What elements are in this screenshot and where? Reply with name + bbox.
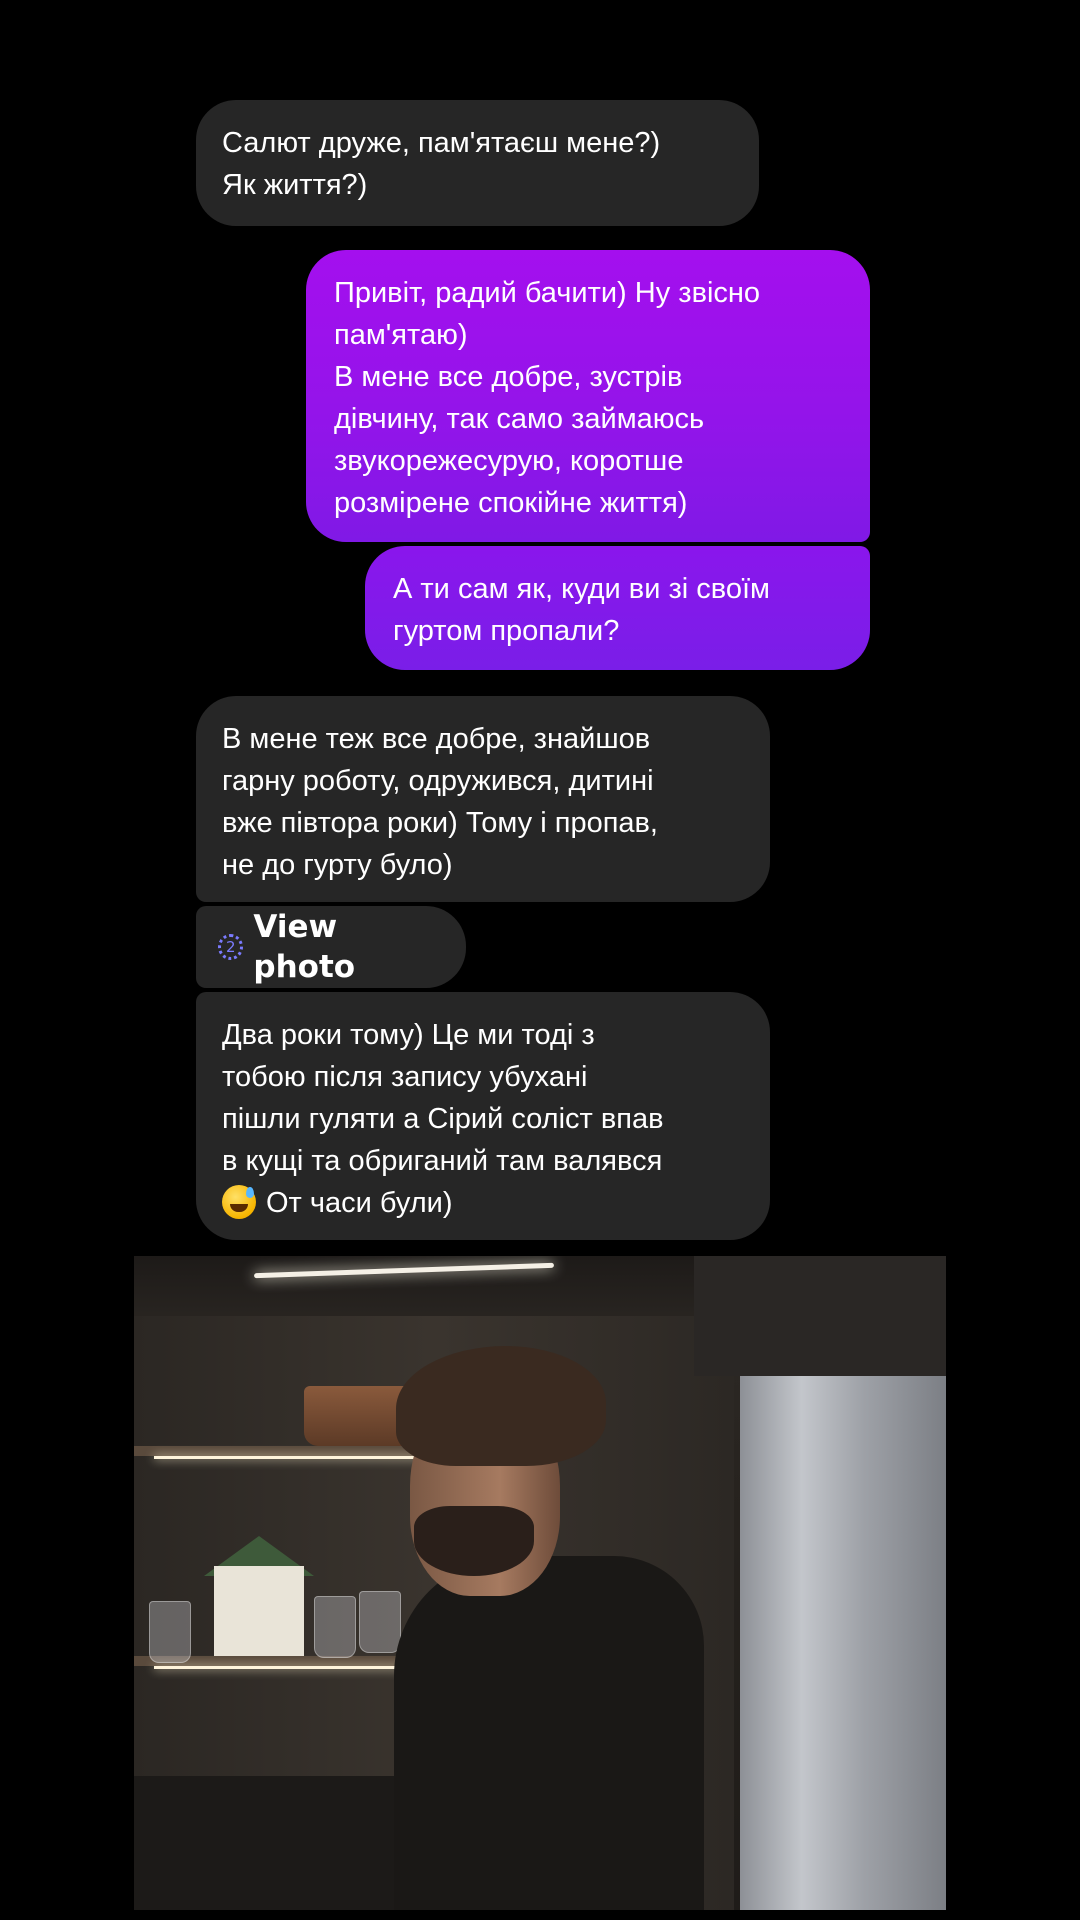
photo-person-beard xyxy=(414,1506,534,1576)
message-text: Два роки тому) Це ми тоді з тобою після … xyxy=(222,1019,664,1177)
shared-photo[interactable] xyxy=(134,1256,946,1910)
outgoing-message-bubble[interactable]: Привіт, радий бачити) Ну звісно пам'ятаю… xyxy=(306,250,870,542)
photo-house-ornament xyxy=(214,1566,304,1656)
photo-refrigerator xyxy=(740,1376,946,1910)
incoming-message-bubble[interactable]: Два роки тому) Це ми тоді з тобою після … xyxy=(196,992,770,1240)
incoming-message-bubble[interactable]: Салют друже, пам'ятаєш мене?) Як життя?) xyxy=(196,100,759,226)
outgoing-message-bubble[interactable]: А ти сам як, куди ви зі своїм гуртом про… xyxy=(365,546,870,670)
photo-person-body xyxy=(394,1556,704,1910)
photo-glass xyxy=(149,1601,191,1663)
photo-glass xyxy=(359,1591,401,1653)
photo-shelf-light xyxy=(154,1456,454,1459)
view-photo-button[interactable]: 2 View photo xyxy=(196,906,466,988)
photo-glass xyxy=(314,1596,356,1658)
photo-cabinet-top xyxy=(694,1256,946,1376)
photo-person-hair xyxy=(396,1346,606,1466)
chat-screen: { "messages": [ {"direction": "incoming"… xyxy=(0,0,1080,1920)
message-text-after-emoji: От часи були) xyxy=(266,1187,453,1219)
grinning-face-with-sweat-icon xyxy=(222,1185,256,1219)
view-photo-label: View photo xyxy=(253,909,356,985)
incoming-message-bubble[interactable]: В мене теж все добре, знайшов гарну робо… xyxy=(196,696,770,902)
view-once-icon: 2 xyxy=(218,934,244,960)
